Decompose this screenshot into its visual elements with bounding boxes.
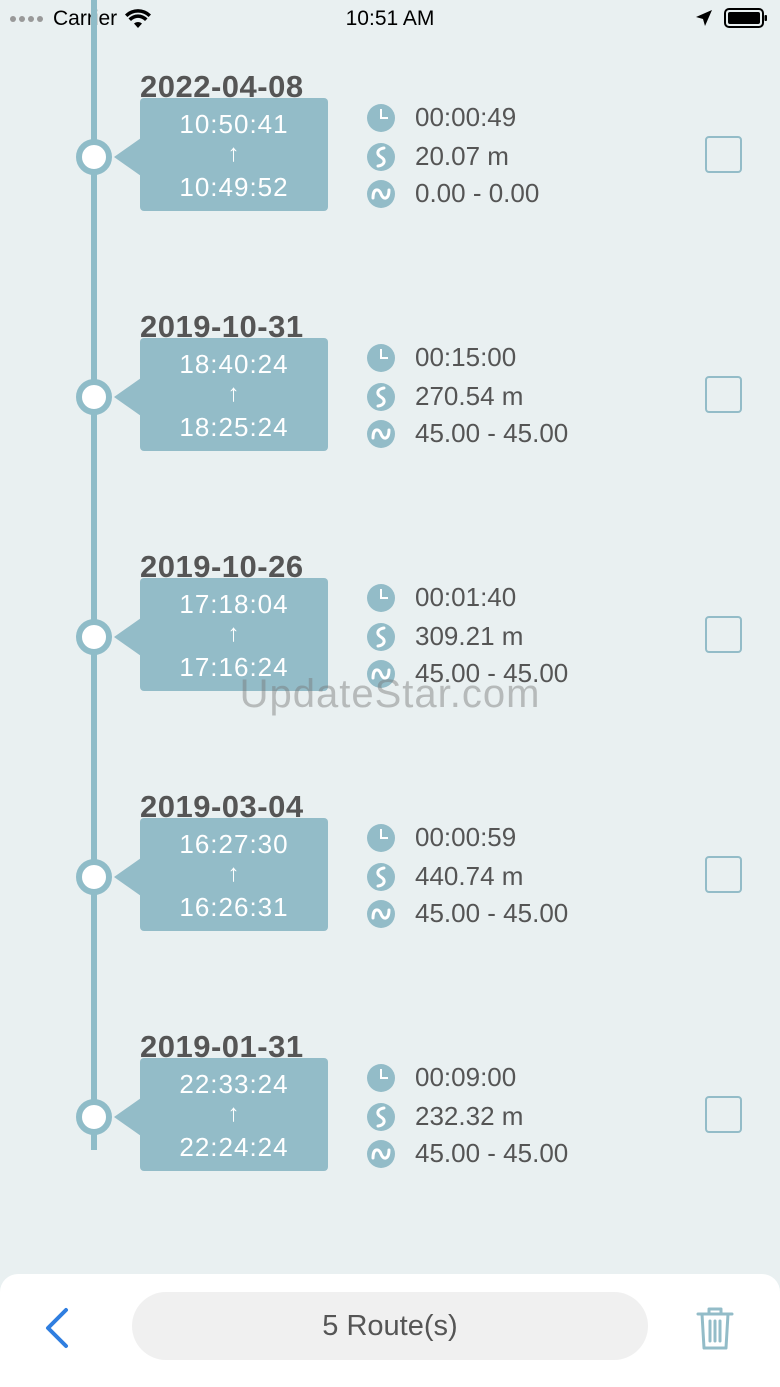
- timeline-node: [76, 139, 112, 175]
- time-range-box: 22:33:24 ↑ 22:24:24: [140, 1058, 328, 1171]
- distance-icon: [367, 142, 395, 171]
- start-time: 16:26:31: [179, 892, 289, 922]
- end-time: 17:18:04: [179, 589, 289, 619]
- time-box-pointer: [114, 1098, 141, 1136]
- speed-stat: 45.00 - 45.00: [367, 418, 568, 449]
- route-item[interactable]: 2022-04-08 10:50:41 ↑ 10:49:52 00:00:49 …: [0, 69, 780, 309]
- duration-stat: 00:01:40: [367, 582, 516, 613]
- distance-stat: 440.74 m: [367, 861, 523, 892]
- speed-icon: [367, 1139, 395, 1168]
- time-box-pointer: [114, 138, 141, 176]
- distance-value: 309.21 m: [415, 621, 524, 651]
- distance-value: 440.74 m: [415, 861, 524, 891]
- end-time: 22:33:24: [179, 1069, 289, 1099]
- duration-value: 00:15:00: [415, 342, 517, 372]
- duration-value: 00:00:59: [415, 822, 517, 852]
- speed-icon: [367, 899, 395, 928]
- clock-icon: [367, 103, 395, 132]
- route-checkbox[interactable]: [705, 616, 742, 653]
- duration-stat: 00:15:00: [367, 342, 516, 373]
- distance-value: 270.54 m: [415, 381, 524, 411]
- start-time: 10:49:52: [179, 172, 289, 202]
- speed-icon: [367, 179, 395, 208]
- duration-stat: 00:00:49: [367, 102, 516, 133]
- speed-value: 45.00 - 45.00: [415, 898, 569, 928]
- end-time: 10:50:41: [179, 109, 289, 139]
- distance-stat: 232.32 m: [367, 1101, 523, 1132]
- route-checkbox[interactable]: [705, 856, 742, 893]
- distance-icon: [367, 862, 395, 891]
- clock-icon: [367, 343, 395, 372]
- time-box-pointer: [114, 858, 141, 896]
- distance-value: 20.07 m: [415, 141, 509, 171]
- status-time: 10:51 AM: [345, 7, 435, 30]
- duration-value: 00:01:40: [415, 582, 517, 612]
- distance-stat: 309.21 m: [367, 621, 523, 652]
- end-time: 16:27:30: [179, 829, 289, 859]
- route-checkbox[interactable]: [705, 136, 742, 173]
- end-time: 18:40:24: [179, 349, 289, 379]
- route-item[interactable]: 2019-03-04 16:27:30 ↑ 16:26:31 00:00:59 …: [0, 789, 780, 1029]
- time-range-box: 16:27:30 ↑ 16:26:31: [140, 818, 328, 931]
- arrow-up-icon: ↑: [227, 860, 241, 887]
- location-arrow-icon: [696, 10, 712, 26]
- distance-stat: 20.07 m: [367, 141, 509, 172]
- distance-value: 232.32 m: [415, 1101, 524, 1131]
- route-count-label: 5 Route(s): [132, 1292, 648, 1360]
- timeline-node: [76, 619, 112, 655]
- watermark: UpdateStar.com: [239, 672, 541, 716]
- bottom-toolbar: 5 Route(s): [0, 1274, 780, 1387]
- start-time: 18:25:24: [179, 412, 289, 442]
- status-bar: Carrier 10:51 AM: [0, 0, 780, 40]
- clock-icon: [367, 583, 395, 612]
- speed-icon: [367, 419, 395, 448]
- clock-icon: [367, 1063, 395, 1092]
- speed-value: 45.00 - 45.00: [415, 1138, 569, 1168]
- chevron-left-icon[interactable]: [38, 1304, 74, 1352]
- distance-icon: [367, 1102, 395, 1131]
- timeline-node: [76, 379, 112, 415]
- duration-stat: 00:09:00: [367, 1062, 516, 1093]
- route-checkbox[interactable]: [705, 1096, 742, 1133]
- arrow-up-icon: ↑: [227, 1100, 241, 1127]
- speed-stat: 45.00 - 45.00: [367, 1138, 568, 1169]
- battery-icon: [724, 8, 767, 28]
- time-range-box: 10:50:41 ↑ 10:49:52: [140, 98, 328, 211]
- arrow-up-icon: ↑: [227, 140, 241, 167]
- duration-value: 00:00:49: [415, 102, 517, 132]
- time-range-box: 18:40:24 ↑ 18:25:24: [140, 338, 328, 451]
- timeline-node: [76, 1099, 112, 1135]
- duration-stat: 00:00:59: [367, 822, 516, 853]
- time-box-pointer: [114, 618, 141, 656]
- speed-stat: 45.00 - 45.00: [367, 898, 568, 929]
- distance-icon: [367, 382, 395, 411]
- duration-value: 00:09:00: [415, 1062, 517, 1092]
- time-box-pointer: [114, 378, 141, 416]
- route-item[interactable]: 2019-01-31 22:33:24 ↑ 22:24:24 00:09:00 …: [0, 1029, 780, 1269]
- arrow-up-icon: ↑: [227, 380, 241, 407]
- route-checkbox[interactable]: [705, 376, 742, 413]
- clock-icon: [367, 823, 395, 852]
- route-item[interactable]: 2019-10-31 18:40:24 ↑ 18:25:24 00:15:00 …: [0, 309, 780, 549]
- timeline-node: [76, 859, 112, 895]
- trash-icon[interactable]: [696, 1304, 734, 1352]
- arrow-up-icon: ↑: [227, 620, 241, 647]
- speed-stat: 0.00 - 0.00: [367, 178, 539, 209]
- route-item[interactable]: 2019-10-26 17:18:04 ↑ 17:16:24 00:01:40 …: [0, 549, 780, 789]
- distance-stat: 270.54 m: [367, 381, 523, 412]
- speed-value: 0.00 - 0.00: [415, 178, 540, 208]
- distance-icon: [367, 622, 395, 651]
- speed-value: 45.00 - 45.00: [415, 418, 569, 448]
- start-time: 22:24:24: [179, 1132, 289, 1162]
